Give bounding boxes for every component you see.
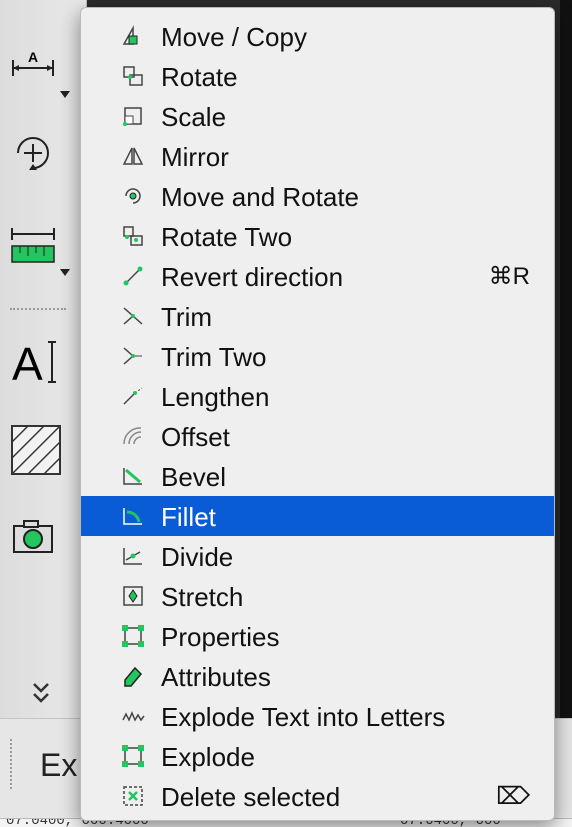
explode-text-icon [122, 711, 145, 722]
more-chevrons-icon [33, 683, 49, 703]
menu-item-move-and-rotate[interactable]: Move and Rotate [81, 176, 554, 216]
menu-item-attributes[interactable]: Attributes [81, 656, 554, 696]
menu-item-stretch[interactable]: Stretch [81, 576, 554, 616]
menu-item-label: Fillet [161, 502, 216, 532]
menu-item-label: Delete selected [161, 782, 341, 812]
mirror-icon [122, 147, 144, 165]
menu-item-label: Move / Copy [161, 22, 307, 52]
menu-item-label: Trim Two [161, 342, 267, 372]
menu-item-bevel[interactable]: Bevel [81, 456, 554, 496]
toolbar-move-rotate-button[interactable] [8, 128, 72, 184]
fillet-icon [123, 508, 142, 525]
delete-icon [123, 786, 143, 806]
properties-icon [122, 625, 144, 647]
chevron-down-icon [60, 269, 70, 276]
lengthen-icon [123, 387, 143, 405]
menu-item-delete-selected[interactable]: Delete selected ⌦ [81, 776, 554, 816]
menu-item-properties[interactable]: Properties [81, 616, 554, 656]
offset-icon [123, 427, 142, 445]
ruler-icon [11, 228, 55, 263]
trim-icon [123, 307, 143, 325]
menu-item-rotate-two[interactable]: Rotate Two [81, 216, 554, 256]
menu-item-revert-direction[interactable]: Revert direction ⌘R [81, 256, 554, 296]
divide-icon [123, 548, 142, 565]
menu-item-offset[interactable]: Offset [81, 416, 554, 456]
menu-item-shortcut: ⌘R [488, 263, 530, 290]
text-icon: A [12, 338, 56, 390]
hatch-icon [11, 425, 61, 475]
toolbar-text-button[interactable]: A [8, 334, 72, 390]
toolbar-hatch-button[interactable] [8, 422, 72, 478]
toolbar-snapshot-button[interactable] [8, 512, 72, 568]
panel-grip[interactable] [10, 739, 16, 789]
stretch-icon [123, 586, 143, 606]
menu-item-mirror[interactable]: Mirror [81, 136, 554, 176]
toolbar-dimension-button[interactable]: A [8, 44, 72, 100]
menu-item-label: Mirror [161, 142, 229, 172]
chevron-down-icon [60, 91, 70, 98]
menu-item-label: Bevel [161, 462, 227, 492]
menu-item-divide[interactable]: Divide [81, 536, 554, 576]
menu-item-shortcut: ⌦ [496, 783, 530, 810]
trim-two-icon [123, 347, 142, 365]
menu-item-label: Lengthen [161, 382, 270, 412]
menu-item-label: Scale [161, 102, 227, 132]
toolbar-measure-button[interactable] [8, 222, 72, 278]
menu-item-fillet[interactable]: Fillet [81, 496, 554, 536]
svg-text:A: A [28, 49, 38, 65]
toolbar-separator [10, 308, 66, 314]
revert-direction-icon [123, 266, 143, 286]
menu-item-rotate[interactable]: Rotate [81, 56, 554, 96]
menu-item-move-copy[interactable]: Move / Copy [81, 16, 554, 56]
bottom-panel-label: Ex [40, 747, 78, 783]
menu-item-trim-two[interactable]: Trim Two [81, 336, 554, 376]
menu-item-label: Explode [161, 742, 255, 772]
menu-item-explode[interactable]: Explode [81, 736, 554, 776]
menu-item-trim[interactable]: Trim [81, 296, 554, 336]
camera-icon [13, 520, 53, 553]
menu-item-label: Properties [161, 622, 280, 652]
menu-item-scale[interactable]: Scale [81, 96, 554, 136]
menu-item-label: Attributes [161, 662, 271, 692]
rotate-move-icon [17, 137, 49, 170]
svg-text:A: A [12, 338, 43, 390]
menu-item-label: Rotate Two [161, 222, 293, 252]
scale-icon [123, 107, 142, 126]
left-toolbar: A A [0, 0, 87, 826]
modify-context-menu: Move / Copy Rotate Scale Mirror Move and Rot… [80, 7, 555, 821]
attributes-icon [124, 666, 143, 687]
menu-item-label: Divide [161, 542, 234, 572]
dimension-icon: A [12, 49, 54, 76]
menu-item-lengthen[interactable]: Lengthen [81, 376, 554, 416]
move-rotate-icon [125, 188, 141, 204]
bevel-icon [123, 468, 142, 485]
menu-item-label: Offset [161, 422, 230, 452]
menu-item-label: Rotate [161, 62, 238, 92]
canvas-background [560, 0, 572, 820]
explode-icon [122, 745, 144, 767]
menu-item-label: Move and Rotate [161, 182, 360, 212]
menu-item-explode-text-into-letters[interactable]: Explode Text into Letters [81, 696, 554, 736]
menu-item-label: Stretch [161, 582, 244, 612]
rotate-icon [123, 66, 143, 86]
menu-item-label: Revert direction [161, 262, 344, 292]
menu-item-label: Explode Text into Letters [161, 702, 446, 732]
rotate-two-icon [123, 226, 143, 246]
move-copy-icon [122, 25, 138, 45]
menu-item-label: Trim [161, 302, 213, 332]
